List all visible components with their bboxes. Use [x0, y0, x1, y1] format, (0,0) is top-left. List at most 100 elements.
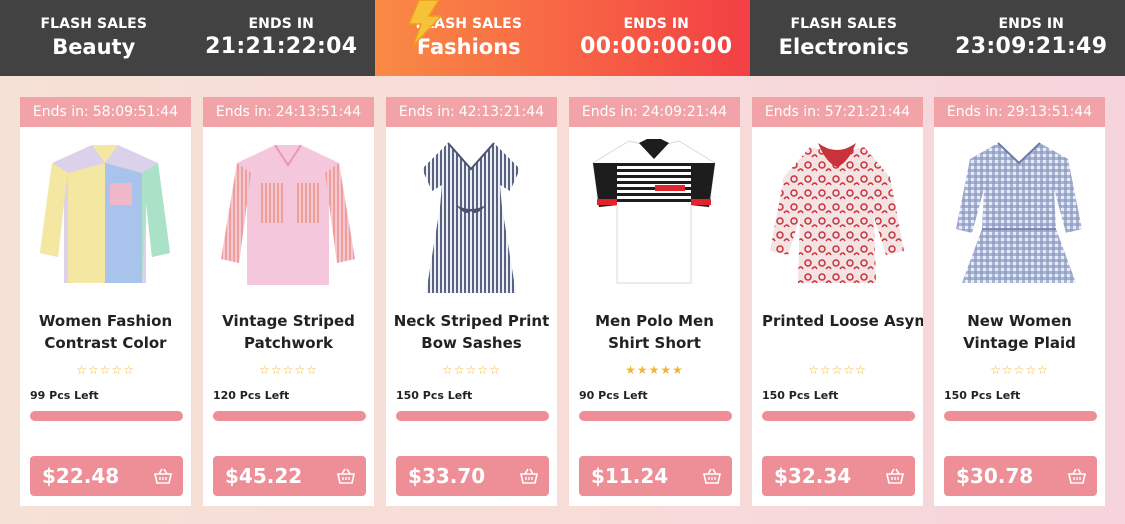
stock-progress-bar — [213, 411, 366, 421]
rating-stars: ☆☆☆☆☆ — [386, 363, 557, 377]
tab-fashions-timer-col: ENDS IN 00:00:00:00 — [563, 0, 751, 76]
tab-timer: 23:09:21:49 — [955, 34, 1108, 59]
add-to-cart-button[interactable]: $45.22 — [213, 456, 366, 496]
tab-timer: 21:21:22:04 — [205, 34, 358, 59]
star-filled-icon: ★★★★★ — [625, 363, 684, 377]
tab-kicker: FLASH SALES — [790, 16, 898, 32]
product-price: $32.34 — [774, 464, 852, 488]
tab-electronics-title-col: FLASH SALES Electronics — [750, 0, 938, 76]
tab-kicker: FLASH SALES — [40, 16, 148, 32]
polo-shirt-icon[interactable] — [579, 133, 730, 303]
stock-left: 150 Pcs Left — [396, 389, 473, 402]
basket-icon — [154, 468, 172, 484]
stock-progress-bar — [762, 411, 915, 421]
stock-progress-bar — [944, 411, 1097, 421]
tab-timer: 00:00:00:00 — [580, 34, 733, 59]
product-price: $30.78 — [956, 464, 1034, 488]
product-card[interactable]: Ends in: 29:13:51:44 New Women Vintage P… — [934, 97, 1105, 506]
stock-left: 120 Pcs Left — [213, 389, 290, 402]
ends-in-label: Ends in: — [398, 104, 455, 120]
product-price: $45.22 — [225, 464, 303, 488]
tab-beauty[interactable]: FLASH SALES Beauty ENDS IN 21:21:22:04 — [0, 0, 375, 76]
stock-left: 150 Pcs Left — [944, 389, 1021, 402]
ends-in-time: 24:13:51:44 — [275, 104, 362, 120]
rating-stars: ☆☆☆☆☆ — [752, 363, 923, 377]
product-card[interactable]: Ends in: 24:09:21:44 Men Polo Men Shirt … — [569, 97, 740, 506]
ends-in-label: Ends in: — [215, 104, 272, 120]
ends-in-banner: Ends in: 24:13:51:44 — [203, 97, 374, 127]
rating-stars: ☆☆☆☆☆ — [20, 363, 191, 377]
ends-in-time: 29:13:51:44 — [1006, 104, 1093, 120]
ends-in-label: Ends in: — [946, 104, 1003, 120]
tab-beauty-timer-col: ENDS IN 21:21:22:04 — [188, 0, 376, 76]
add-to-cart-button[interactable]: $30.78 — [944, 456, 1097, 496]
product-card[interactable]: Ends in: 24:13:51:44 Vintage Striped Pat… — [203, 97, 374, 506]
product-name[interactable]: Vintage Striped Patchwork — [203, 310, 374, 356]
tab-title: Beauty — [52, 35, 136, 59]
stock-progress-fill — [762, 411, 915, 421]
ends-in-time: 58:09:51:44 — [92, 104, 179, 120]
tab-ends-label: ENDS IN — [998, 16, 1064, 32]
star-empty-icon: ☆☆☆☆☆ — [990, 363, 1049, 377]
basket-icon — [1068, 468, 1086, 484]
lightning-bolt-icon — [407, 0, 443, 46]
product-name[interactable]: Women Fashion Contrast Color — [20, 310, 191, 356]
ends-in-banner: Ends in: 57:21:21:44 — [752, 97, 923, 127]
product-card[interactable]: Ends in: 42:13:21:44 Neck Striped Print … — [386, 97, 557, 506]
stock-left: 99 Pcs Left — [30, 389, 99, 402]
star-empty-icon: ☆☆☆☆☆ — [442, 363, 501, 377]
product-grid: Ends in: 58:09:51:44 Women Fashion Contr… — [20, 97, 1110, 506]
ends-in-time: 42:13:21:44 — [458, 104, 545, 120]
stock-progress-bar — [30, 411, 183, 421]
tab-ends-label: ENDS IN — [248, 16, 314, 32]
star-empty-icon: ☆☆☆☆☆ — [76, 363, 135, 377]
product-name[interactable]: Men Polo Men Shirt Short — [569, 310, 740, 356]
ends-in-banner: Ends in: 58:09:51:44 — [20, 97, 191, 127]
product-card[interactable]: Ends in: 57:21:21:44 Printed Loose Asymr… — [752, 97, 923, 506]
ends-in-banner: Ends in: 24:09:21:44 — [569, 97, 740, 127]
add-to-cart-button[interactable]: $32.34 — [762, 456, 915, 496]
star-empty-icon: ☆☆☆☆☆ — [259, 363, 318, 377]
product-price: $33.70 — [408, 464, 486, 488]
product-card[interactable]: Ends in: 58:09:51:44 Women Fashion Contr… — [20, 97, 191, 506]
stock-progress-fill — [396, 411, 549, 421]
add-to-cart-button[interactable]: $11.24 — [579, 456, 732, 496]
product-name[interactable]: New Women Vintage Plaid — [934, 310, 1105, 356]
flash-sale-tabs: FLASH SALES Beauty ENDS IN 21:21:22:04 F… — [0, 0, 1125, 76]
stock-progress-bar — [579, 411, 732, 421]
product-price: $22.48 — [42, 464, 120, 488]
stock-progress-fill — [579, 411, 732, 421]
blouse-print-icon[interactable] — [762, 133, 913, 303]
product-name[interactable]: Printed Loose Asymr — [752, 310, 923, 356]
product-price: $11.24 — [591, 464, 669, 488]
dress-striped-icon[interactable] — [396, 133, 547, 303]
rating-stars: ☆☆☆☆☆ — [203, 363, 374, 377]
stock-progress-fill — [213, 411, 366, 421]
ends-in-label: Ends in: — [32, 104, 89, 120]
basket-icon — [886, 468, 904, 484]
add-to-cart-button[interactable]: $22.48 — [30, 456, 183, 496]
add-to-cart-button[interactable]: $33.70 — [396, 456, 549, 496]
shirt-striped-icon[interactable] — [213, 133, 364, 303]
ends-in-banner: Ends in: 29:13:51:44 — [934, 97, 1105, 127]
basket-icon — [520, 468, 538, 484]
ends-in-time: 57:21:21:44 — [824, 104, 911, 120]
product-name[interactable]: Neck Striped Print Bow Sashes — [386, 310, 557, 356]
stock-progress-fill — [30, 411, 183, 421]
ends-in-label: Ends in: — [581, 104, 638, 120]
tab-electronics[interactable]: FLASH SALES Electronics ENDS IN 23:09:21… — [750, 0, 1125, 76]
tab-fashions[interactable]: FLASH SALES Fashions ENDS IN 00:00:00:00 — [375, 0, 750, 76]
stock-left: 150 Pcs Left — [762, 389, 839, 402]
basket-icon — [337, 468, 355, 484]
ends-in-time: 24:09:21:44 — [641, 104, 728, 120]
rating-stars: ★★★★★ — [569, 363, 740, 377]
ends-in-label: Ends in: — [764, 104, 821, 120]
shirt-contrast-icon[interactable] — [30, 133, 181, 303]
stock-progress-bar — [396, 411, 549, 421]
tab-electronics-timer-col: ENDS IN 23:09:21:49 — [938, 0, 1125, 76]
stock-progress-fill — [944, 411, 1097, 421]
tab-ends-label: ENDS IN — [623, 16, 689, 32]
ends-in-banner: Ends in: 42:13:21:44 — [386, 97, 557, 127]
dress-plaid-icon[interactable] — [944, 133, 1095, 303]
tab-beauty-title-col: FLASH SALES Beauty — [0, 0, 188, 76]
